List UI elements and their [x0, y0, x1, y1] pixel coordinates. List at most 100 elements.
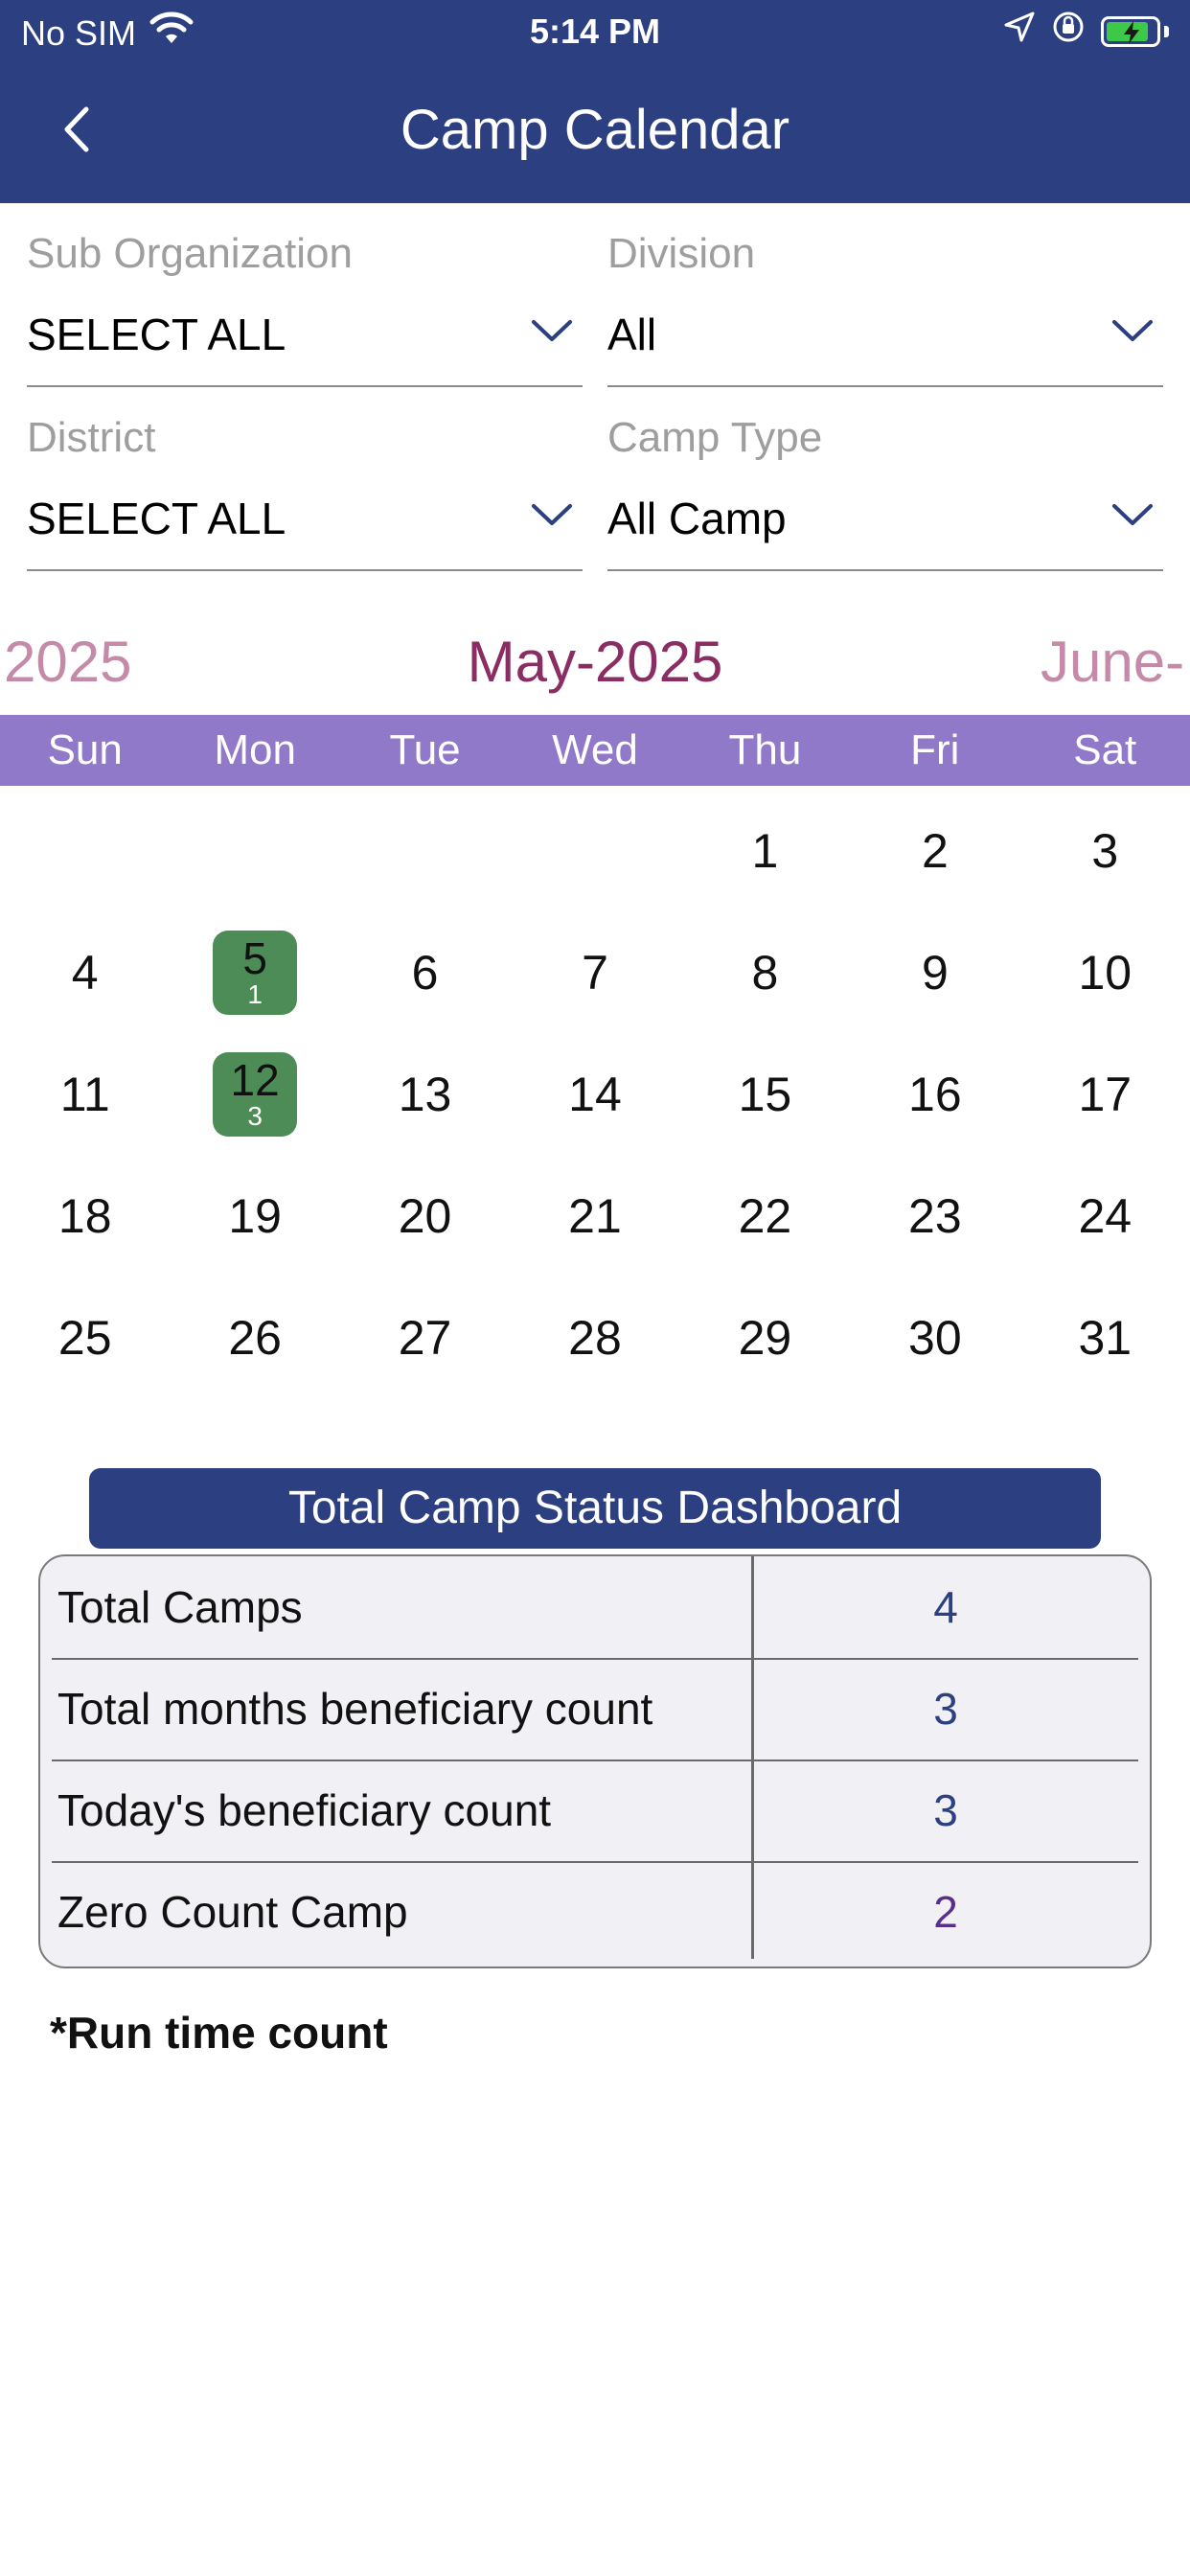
calendar-day[interactable]: 18 — [0, 1155, 170, 1276]
calendar-day[interactable]: 19 — [170, 1155, 339, 1276]
battery-cap — [1164, 25, 1169, 37]
day-number: 8 — [751, 945, 779, 1000]
calendar-day[interactable]: 31 — [1020, 1276, 1190, 1398]
calendar-day-with-camps[interactable]: 12 3 — [170, 1033, 339, 1155]
day-number: 9 — [921, 945, 949, 1000]
orientation-lock-icon — [1051, 10, 1086, 53]
day-number: 6 — [411, 945, 439, 1000]
calendar-day[interactable]: 22 — [680, 1155, 850, 1276]
day-number: 7 — [582, 945, 608, 1000]
calendar-day[interactable]: 6 — [340, 911, 510, 1033]
calendar-day[interactable]: 10 — [1020, 911, 1190, 1033]
weekday-label: Sun — [47, 726, 123, 773]
dashboard-row-label: Today's beneficiary count — [57, 1785, 552, 1835]
filter-value: SELECT ALL — [27, 494, 286, 543]
calendar-empty-cell — [510, 790, 679, 911]
dashboard-table: Total Camps 4 Total months beneficiary cou… — [38, 1554, 1152, 1968]
calendar-day[interactable]: 14 — [510, 1033, 679, 1155]
calendar-day[interactable]: 3 — [1020, 790, 1190, 911]
day-number: 16 — [908, 1067, 962, 1121]
nav-bar: Camp Calendar — [0, 82, 1190, 178]
camp-count: 3 — [247, 1100, 263, 1131]
day-number: 19 — [228, 1188, 282, 1243]
division-dropdown[interactable]: Division All — [607, 230, 1163, 387]
header: No SIM 5:14 PM Camp Calendar — [0, 0, 1190, 203]
weekday-label: Wed — [552, 726, 638, 773]
status-right — [1003, 10, 1169, 53]
day-number: 1 — [751, 823, 779, 878]
day-number: 29 — [738, 1310, 792, 1365]
day-number: 21 — [568, 1188, 622, 1243]
day-number: 3 — [1091, 823, 1119, 878]
calendar-day[interactable]: 8 — [680, 911, 850, 1033]
calendar-day[interactable]: 2 — [850, 790, 1019, 911]
day-number: 20 — [398, 1188, 452, 1243]
calendar-day[interactable]: 26 — [170, 1276, 339, 1398]
day-number: 5 — [242, 932, 267, 983]
calendar-day[interactable]: 25 — [0, 1276, 170, 1398]
camp-type-dropdown[interactable]: Camp Type All Camp — [607, 414, 1163, 571]
chevron-down-icon — [1112, 504, 1153, 525]
filter-value: All — [607, 310, 657, 359]
calendar-day-with-camps[interactable]: 51 — [170, 911, 339, 1033]
next-month-button[interactable]: June- — [1041, 629, 1184, 695]
day-number: 27 — [398, 1310, 452, 1365]
charging-bolt-icon — [1124, 20, 1139, 44]
dashboard-row: Total months beneficiary count 3 — [40, 1658, 1138, 1760]
filter-label: Sub Organization — [27, 230, 353, 277]
calendar-day[interactable]: 9 — [850, 911, 1019, 1033]
current-month-label: May-2025 — [467, 630, 723, 694]
month-selector: 2025 May-2025 June- — [0, 623, 1190, 709]
day-number: 15 — [738, 1067, 792, 1121]
calendar-day[interactable]: 11 — [0, 1033, 170, 1155]
calendar-day[interactable]: 17 — [1020, 1033, 1190, 1155]
calendar-day[interactable]: 30 — [850, 1276, 1019, 1398]
dashboard-row-value: 4 — [933, 1582, 958, 1632]
calendar-day[interactable]: 15 — [680, 1033, 850, 1155]
dashboard-row: Zero Count Camp 2 — [40, 1861, 1138, 1963]
sub-organization-dropdown[interactable]: Sub Organization SELECT ALL — [27, 230, 583, 387]
calendar-grid: 1 2 3 4 5 1 6 7 8 9 10 11 12 3 13 14 15 16 17 18 19 20 21 22 23 2… — [0, 790, 1190, 1398]
day-number: 2 — [921, 823, 949, 878]
dashboard-row: Today's beneficiary count 3 — [40, 1760, 1138, 1861]
day-number: 11 — [59, 1067, 110, 1121]
calendar-day[interactable]: 16 — [850, 1033, 1019, 1155]
filter-underline — [27, 569, 583, 571]
calendar-empty-cell — [0, 790, 170, 911]
day-number: 17 — [1078, 1067, 1133, 1121]
calendar-day[interactable]: 7 — [510, 911, 679, 1033]
calendar-empty-cell — [170, 790, 339, 911]
calendar-day[interactable]: 23 — [850, 1155, 1019, 1276]
day-number: 25 — [57, 1310, 112, 1365]
location-arrow-icon — [1003, 11, 1036, 52]
calendar-day[interactable]: 29 — [680, 1276, 850, 1398]
chevron-down-icon — [1112, 320, 1153, 341]
day-number: 12 — [230, 1054, 280, 1105]
calendar-day[interactable]: 13 — [340, 1033, 510, 1155]
day-number: 14 — [568, 1067, 622, 1121]
day-number: 10 — [1078, 945, 1133, 1000]
filter-label: Camp Type — [607, 414, 823, 461]
filter-label: Division — [607, 230, 756, 277]
footnote: *Run time count — [50, 2008, 388, 2058]
dashboard-row-label: Total Camps — [57, 1582, 303, 1632]
calendar-day[interactable]: 24 — [1020, 1155, 1190, 1276]
calendar-day[interactable]: 21 — [510, 1155, 679, 1276]
calendar-day[interactable]: 4 — [0, 911, 170, 1033]
camp-event-chip[interactable]: 12 3 — [213, 1051, 298, 1137]
page-title: Camp Calendar — [400, 99, 790, 161]
dashboard-row-label: Total months beneficiary count — [57, 1684, 653, 1734]
calendar-day[interactable]: 1 — [680, 790, 850, 911]
day-number: 23 — [908, 1188, 962, 1243]
calendar-day[interactable]: 28 — [510, 1276, 679, 1398]
filter-value: SELECT ALL — [27, 310, 286, 359]
battery-icon — [1101, 15, 1160, 47]
filter-label: District — [27, 414, 156, 461]
filter-underline — [27, 385, 583, 387]
weekday-label: Sat — [1073, 726, 1137, 773]
camp-event-chip[interactable]: 51 — [213, 930, 298, 1015]
filter-underline — [607, 385, 1163, 387]
calendar-day[interactable]: 20 — [340, 1155, 510, 1276]
district-dropdown[interactable]: District SELECT ALL — [27, 414, 583, 571]
calendar-day[interactable]: 27 — [340, 1276, 510, 1398]
